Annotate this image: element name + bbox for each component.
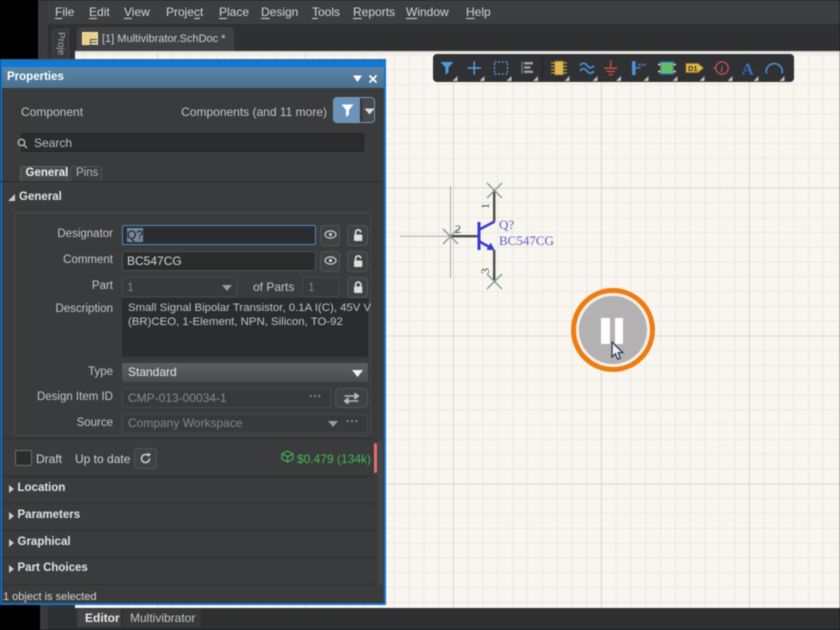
svg-text:Q?: Q? <box>499 217 514 232</box>
svg-text:BC547CG: BC547CG <box>499 233 554 248</box>
svg-text:D1: D1 <box>688 64 698 73</box>
svg-text:A: A <box>742 60 755 79</box>
svg-text:3: 3 <box>478 268 492 274</box>
svg-text:i: i <box>721 65 724 75</box>
svg-text:1: 1 <box>478 203 492 209</box>
svg-text:2: 2 <box>455 222 461 236</box>
